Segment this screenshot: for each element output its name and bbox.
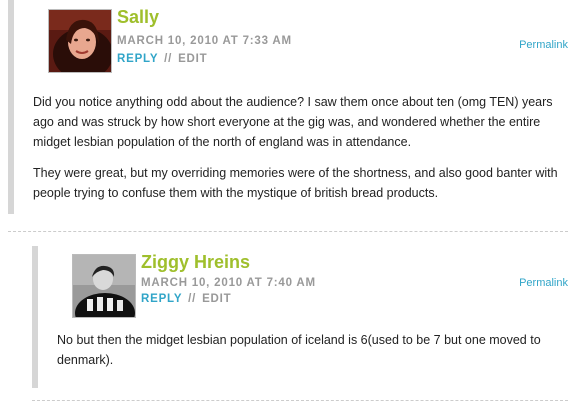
reply-link[interactable]: REPLY [117,53,158,65]
avatar [48,9,112,73]
action-separator: // [164,53,173,65]
comment-date[interactable]: MARCH 10, 2010 AT 7:33 AM [117,34,292,48]
comment-paragraph: They were great, but my overriding memor… [33,166,558,200]
comment-paragraph: No but then the midget lesbian populatio… [57,333,541,367]
action-separator: // [188,293,197,305]
comment-body: Did you notice anything odd about the au… [33,92,563,214]
permalink-link[interactable]: Permalink [519,276,568,290]
comment-actions: REPLY // EDIT [117,52,207,66]
avatar-photo-sally [49,10,111,72]
edit-link[interactable]: EDIT [178,53,207,65]
comment-sally: Sally MARCH 10, 2010 AT 7:33 AM REPLY //… [8,0,574,214]
comment-divider [8,231,568,232]
comment-author[interactable]: Ziggy Hreins [141,252,250,272]
comment-actions: REPLY // EDIT [141,292,231,306]
comment-body: No but then the midget lesbian populatio… [57,330,557,381]
reply-link[interactable]: REPLY [141,293,182,305]
avatar [72,254,136,318]
comment-author[interactable]: Sally [117,7,159,27]
permalink-link[interactable]: Permalink [519,38,568,52]
avatar-photo-ziggy [73,255,135,317]
comment-divider [32,400,568,401]
comment-date[interactable]: MARCH 10, 2010 AT 7:40 AM [141,276,316,290]
edit-link[interactable]: EDIT [202,293,231,305]
comment-paragraph: Did you notice anything odd about the au… [33,95,553,149]
comment-ziggy-hreins: Ziggy Hreins MARCH 10, 2010 AT 7:40 AM R… [32,246,574,388]
